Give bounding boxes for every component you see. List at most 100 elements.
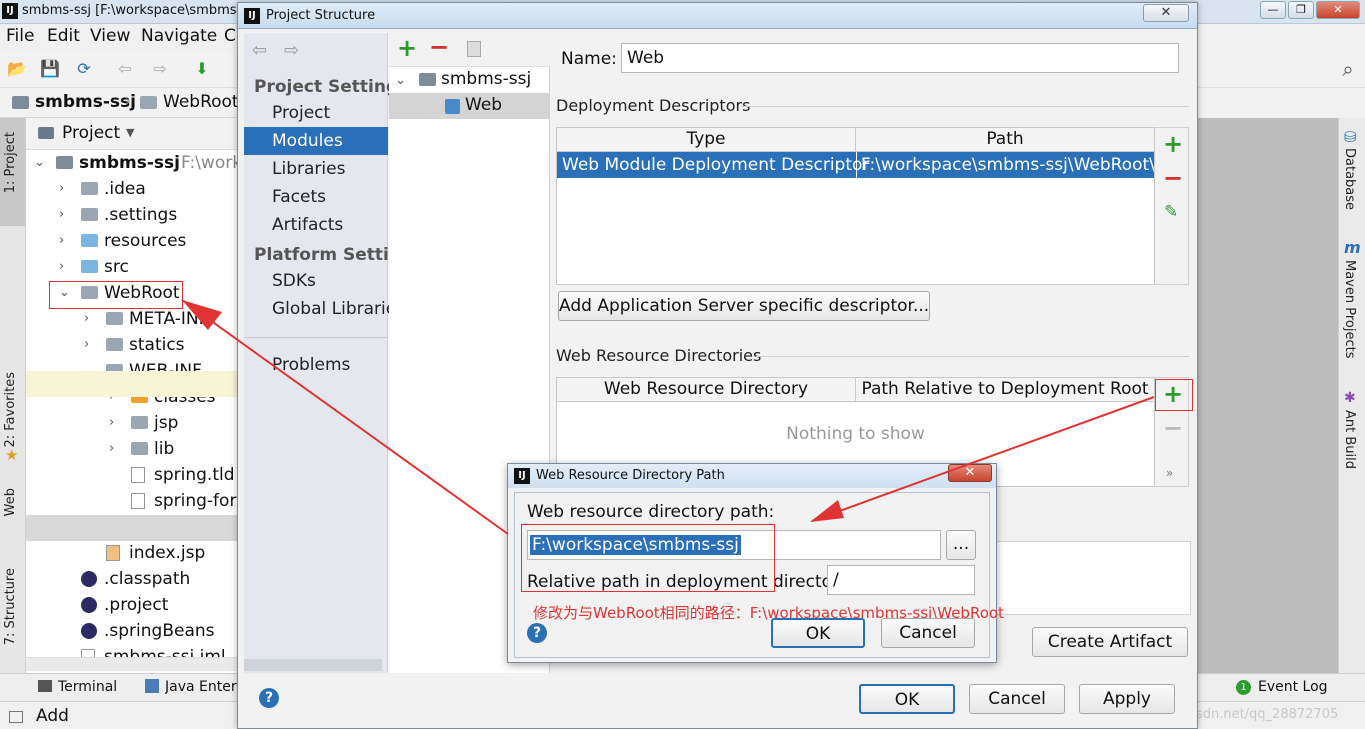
tree-row[interactable]: .project	[26, 592, 238, 618]
tab-ant-build[interactable]: Ant Build	[1342, 410, 1357, 469]
tree-row[interactable]: › src	[26, 254, 238, 280]
sync-icon[interactable]: ⟳	[74, 60, 94, 78]
chevron-down-icon[interactable]: ⌄	[34, 150, 46, 176]
close-icon[interactable]: ✕	[1143, 4, 1189, 22]
menu-code[interactable]: C	[224, 26, 236, 46]
tree-row[interactable]: › lib	[26, 436, 238, 462]
chevron-right-icon[interactable]: ›	[84, 306, 96, 332]
tab-database[interactable]: Database	[1342, 148, 1357, 210]
chevron-right-icon[interactable]: ›	[59, 202, 71, 228]
chevron-right-icon[interactable]: ›	[59, 254, 71, 280]
tree-row[interactable]: spring.tld	[26, 462, 238, 488]
nav-item-modules[interactable]: Modules	[244, 127, 388, 155]
ok-button[interactable]: OK	[859, 684, 955, 714]
sub-cancel-button[interactable]: Cancel	[881, 618, 975, 648]
chevron-right-icon[interactable]: ›	[59, 228, 71, 254]
remove-module-icon[interactable]: −	[429, 33, 449, 61]
chevron-down-icon[interactable]: ▼	[126, 126, 134, 139]
save-icon[interactable]: 💾	[40, 60, 60, 78]
build-icon[interactable]: ⬇	[192, 60, 212, 78]
create-artifact-button[interactable]: Create Artifact	[1032, 627, 1188, 657]
nav-item-libraries[interactable]: Libraries	[244, 155, 388, 183]
tree-row[interactable]: › META-INF	[26, 306, 238, 332]
menu-edit[interactable]: Edit	[47, 26, 80, 46]
tree-row[interactable]: › .settings	[26, 202, 238, 228]
chevron-right-icon[interactable]: ›	[84, 332, 96, 358]
help-icon[interactable]: ?	[527, 623, 547, 643]
close-icon[interactable]: ✕	[948, 464, 992, 482]
chevron-right-icon[interactable]: ›	[59, 176, 71, 202]
help-icon[interactable]: ?	[259, 688, 279, 708]
tree-row[interactable]: .springBeans	[26, 618, 238, 644]
tab-event-log[interactable]: Event Log	[1258, 679, 1328, 695]
cancel-button[interactable]: Cancel	[969, 684, 1065, 714]
chevron-down-icon[interactable]: ⌄	[395, 73, 406, 88]
highlight-add-box	[1155, 379, 1193, 411]
tab-web[interactable]: Web	[3, 488, 18, 516]
maximize-window-button[interactable]: ❐	[1288, 1, 1314, 19]
chevron-right-icon[interactable]: ›	[109, 410, 121, 436]
project-view-icon	[38, 127, 54, 139]
project-view-selector[interactable]: Project	[62, 123, 120, 143]
add-module-icon[interactable]: +	[397, 34, 417, 62]
column-type[interactable]: Type	[557, 128, 856, 152]
tree-row[interactable]: .classpath	[26, 566, 238, 592]
module-tree-web-row[interactable]: Web	[389, 93, 549, 119]
search-icon[interactable]: ⌕	[1338, 59, 1358, 79]
nav-item-sdks[interactable]: SDKs	[244, 267, 388, 295]
tab-project[interactable]: 1: Project	[3, 132, 18, 193]
tree-row[interactable]: ⌄ smbms-ssj F:\works	[26, 150, 251, 176]
tree-row[interactable]: › statics	[26, 332, 238, 358]
tree-row[interactable]: › resources	[26, 228, 238, 254]
breadcrumb-project[interactable]: smbms-ssj	[35, 92, 136, 112]
tab-structure[interactable]: 7: Structure	[3, 568, 18, 645]
module-tree-root[interactable]: smbms-ssj	[441, 69, 531, 89]
tree-row[interactable]: › jsp	[26, 410, 238, 436]
more-icon[interactable]: »	[1166, 466, 1173, 480]
open-folder-icon[interactable]: 📂	[7, 60, 27, 78]
tab-java-enterprise[interactable]: Java Enterp	[165, 679, 237, 695]
name-field[interactable]: Web	[621, 43, 1179, 73]
menu-view[interactable]: View	[90, 26, 130, 46]
back-icon[interactable]: ⇦	[115, 60, 135, 78]
remove-web-resource-icon[interactable]: −	[1163, 414, 1183, 442]
apply-button[interactable]: Apply	[1079, 684, 1175, 714]
chevron-right-icon[interactable]: ›	[109, 436, 121, 462]
sub-ok-button[interactable]: OK	[771, 618, 865, 648]
tree-row[interactable]: index.jsp	[26, 540, 238, 566]
tree-row[interactable]: spring-form	[26, 488, 253, 514]
project-settings-header: Project Settings	[254, 77, 409, 97]
forward-arrow-icon[interactable]: ⇨	[284, 40, 299, 61]
back-arrow-icon[interactable]: ⇦	[252, 40, 267, 61]
column-path[interactable]: Path	[856, 128, 1154, 152]
close-window-button[interactable]: ✕	[1316, 1, 1360, 19]
nav-item-problems[interactable]: Problems	[244, 351, 388, 379]
tld-file-icon	[131, 467, 145, 483]
breadcrumb-webroot[interactable]: WebRoot	[163, 92, 239, 112]
nav-item-global-libraries[interactable]: Global Libraries	[244, 295, 405, 323]
edit-pencil-icon[interactable]: ✎	[1164, 202, 1178, 222]
remove-descriptor-icon[interactable]: −	[1163, 164, 1183, 192]
tab-terminal[interactable]: Terminal	[58, 679, 117, 695]
forward-icon[interactable]: ⇨	[150, 60, 170, 78]
copy-icon[interactable]	[467, 41, 481, 57]
nav-item-project[interactable]: Project	[244, 99, 388, 127]
menu-file[interactable]: File	[6, 26, 34, 46]
empty-state-text: Nothing to show	[786, 424, 925, 444]
add-descriptor-icon[interactable]: +	[1163, 130, 1183, 158]
status-toggle-icon[interactable]	[9, 711, 23, 723]
tree-row[interactable]: › .idea	[26, 176, 238, 202]
tab-favorites[interactable]: 2: Favorites	[3, 372, 18, 448]
tab-maven-projects[interactable]: Maven Projects	[1342, 260, 1357, 359]
table-row[interactable]: Web Module Deployment Descriptor F:\work…	[557, 152, 1154, 178]
minimize-window-button[interactable]: —	[1260, 1, 1286, 19]
deployment-descriptors-table: Type Path Web Module Deployment Descript…	[556, 127, 1155, 285]
menu-navigate[interactable]: Navigate	[141, 26, 217, 46]
column-web-resource-directory[interactable]: Web Resource Directory	[557, 378, 856, 402]
nav-item-facets[interactable]: Facets	[244, 183, 388, 211]
browse-button[interactable]: ...	[946, 530, 976, 560]
column-relative-path[interactable]: Path Relative to Deployment Root	[856, 378, 1154, 402]
relative-path-field[interactable]: /	[827, 565, 975, 595]
nav-item-artifacts[interactable]: Artifacts	[244, 211, 388, 239]
add-server-descriptor-button[interactable]: Add Application Server specific descript…	[558, 291, 930, 321]
